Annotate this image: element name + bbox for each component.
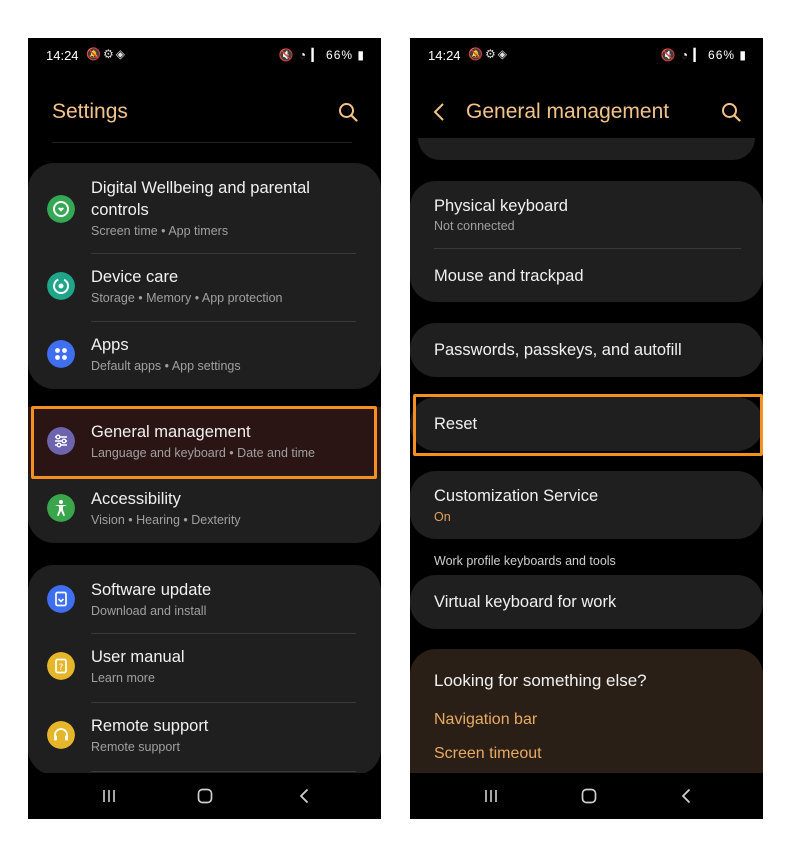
item-status: On <box>434 510 451 524</box>
list-item-apps[interactable]: Apps Default apps • App settings <box>28 322 381 389</box>
item-title: Digital Wellbeing and parental <box>91 179 310 197</box>
status-icons: 🔇 ◔ ▎ 66% ▮ <box>279 48 365 62</box>
keyboard-group: Physical keyboard Not connected Mouse an… <box>410 181 763 302</box>
highlight-box <box>31 406 377 479</box>
item-subtitle: Storage • Memory • App protection <box>91 291 283 305</box>
item-subtitle: Vision • Hearing • Dexterity <box>91 513 241 527</box>
digital-wellbeing-icon <box>47 195 75 223</box>
list-item-remote-support[interactable]: Remote support Remote support <box>28 703 381 770</box>
previous-card-partial <box>418 138 755 160</box>
item-title: Software update <box>91 581 212 599</box>
link-navigation-bar[interactable]: Navigation bar <box>434 711 537 729</box>
item-title: Remote support <box>91 717 209 735</box>
item-title: Physical keyboard <box>434 197 568 215</box>
battery-icon: ▮ <box>357 48 365 62</box>
signal-icon: ▎ <box>693 48 704 62</box>
list-item-virtual-keyboard-work[interactable]: Virtual keyboard for work <box>410 575 763 629</box>
item-title-line2: controls <box>91 201 149 219</box>
divider <box>91 771 356 772</box>
item-subtitle: Remote support <box>91 740 180 754</box>
status-icons: 🔇 ◔ ▎ 66% ▮ <box>661 48 747 62</box>
general-management-screen: 14:24 🔕⚙◈ 🔇 ◔ ▎ 66% ▮ General management… <box>410 38 763 819</box>
suggestions-title: Looking for something else? <box>434 671 647 690</box>
page-title: General management <box>466 100 670 123</box>
recent-apps-button[interactable] <box>478 783 504 809</box>
section-header: Work profile keyboards and tools <box>434 554 616 568</box>
home-button[interactable] <box>576 783 602 809</box>
item-subtitle: Not connected <box>434 219 515 233</box>
item-subtitle: Learn more <box>91 671 155 685</box>
status-time: 14:24 <box>428 48 461 63</box>
mute-icon: 🔇 <box>278 48 295 62</box>
list-item-passwords[interactable]: Passwords, passkeys, and autofill <box>410 323 763 377</box>
item-title: Mouse and trackpad <box>434 267 584 285</box>
list-item-digital-wellbeing[interactable]: Digital Wellbeing and parental controls … <box>28 163 381 253</box>
signal-icon: ▎ <box>311 48 322 62</box>
passwords-group: Passwords, passkeys, and autofill <box>410 323 763 377</box>
item-subtitle: Screen time • App timers <box>91 224 229 238</box>
list-item-customization-service[interactable]: Customization Service On <box>410 471 763 539</box>
item-title: Apps <box>91 336 129 354</box>
list-item-physical-keyboard[interactable]: Physical keyboard Not connected <box>410 181 763 248</box>
list-item-device-care[interactable]: Device care Storage • Memory • App prote… <box>28 254 381 321</box>
highlight-box <box>413 394 763 456</box>
list-item-mouse-trackpad[interactable]: Mouse and trackpad <box>410 249 763 302</box>
link-screen-timeout[interactable]: Screen timeout <box>434 745 542 763</box>
apps-icon <box>47 340 75 368</box>
battery-percent: 66% <box>708 48 736 62</box>
item-title: Accessibility <box>91 490 181 508</box>
work-keyboard-group: Virtual keyboard for work <box>410 575 763 629</box>
status-time: 14:24 <box>46 48 79 63</box>
status-bar: 14:24 🔕⚙◈ 🔇 ◔ ▎ 66% ▮ <box>28 38 381 72</box>
item-title: Customization Service <box>434 487 599 505</box>
notification-icons: 🔕⚙◈ <box>468 47 509 61</box>
settings-group-1: Digital Wellbeing and parental controls … <box>28 163 381 389</box>
settings-group-3: Software update Download and install ? U… <box>28 565 381 775</box>
item-subtitle: Default apps • App settings <box>91 359 241 373</box>
list-item-user-manual[interactable]: ? User manual Learn more <box>28 634 381 701</box>
navigation-bar <box>410 773 763 819</box>
battery-icon: ▮ <box>739 48 747 62</box>
back-button[interactable] <box>292 783 318 809</box>
software-update-icon <box>47 585 75 613</box>
back-button[interactable] <box>674 783 700 809</box>
wifi-icon: ◔ <box>680 48 690 62</box>
user-manual-icon: ? <box>47 652 75 680</box>
navigation-bar <box>28 773 381 819</box>
search-icon[interactable] <box>338 102 358 122</box>
customization-group: Customization Service On <box>410 471 763 539</box>
home-button[interactable] <box>192 783 218 809</box>
suggestions-panel: Looking for something else? Navigation b… <box>410 649 763 779</box>
recent-apps-button[interactable] <box>96 783 122 809</box>
svg-text:?: ? <box>59 663 64 673</box>
settings-screen: 14:24 🔕⚙◈ 🔇 ◔ ▎ 66% ▮ Settings Digital W… <box>28 38 381 819</box>
page-title: Settings <box>52 100 128 123</box>
headset-icon <box>47 721 75 749</box>
mute-icon: 🔇 <box>660 48 677 62</box>
status-bar: 14:24 🔕⚙◈ 🔇 ◔ ▎ 66% ▮ <box>410 38 763 72</box>
device-care-icon <box>47 272 75 300</box>
search-icon[interactable] <box>721 102 741 122</box>
list-item-software-update[interactable]: Software update Download and install <box>28 565 381 633</box>
header-divider <box>52 142 352 143</box>
item-title: User manual <box>91 648 185 666</box>
back-arrow-icon[interactable] <box>432 102 446 122</box>
battery-percent: 66% <box>326 48 354 62</box>
notification-icons: 🔕⚙◈ <box>86 47 127 61</box>
item-subtitle: Download and install <box>91 604 207 618</box>
accessibility-icon <box>47 494 75 522</box>
wifi-icon: ◔ <box>298 48 308 62</box>
item-title: Virtual keyboard for work <box>434 593 617 611</box>
list-item-accessibility[interactable]: Accessibility Vision • Hearing • Dexteri… <box>28 476 381 543</box>
item-title: Passwords, passkeys, and autofill <box>434 341 682 359</box>
item-title: Device care <box>91 268 179 286</box>
